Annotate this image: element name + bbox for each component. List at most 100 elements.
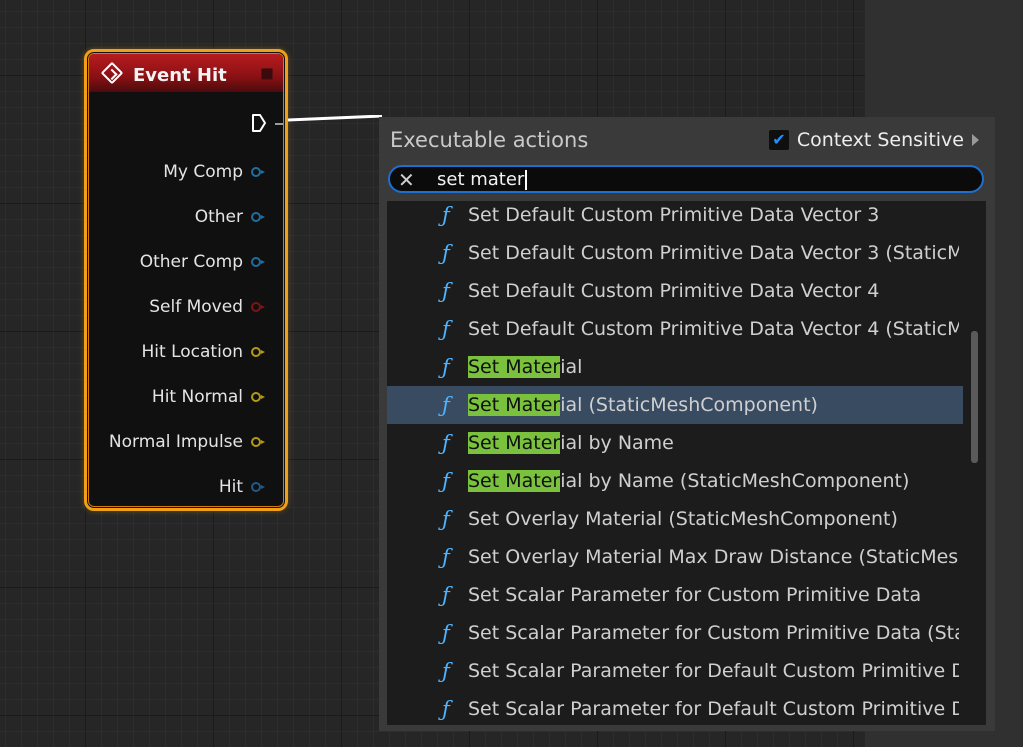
output-pin-row[interactable]: Self Moved xyxy=(149,296,265,318)
output-pin-row[interactable]: Hit Location xyxy=(141,341,265,363)
action-label: Set Scalar Parameter for Custom Primitiv… xyxy=(468,622,959,644)
action-label: Set Default Custom Primitive Data Vector… xyxy=(468,242,959,264)
action-label-text: Set Scalar Parameter for Custom Primitiv… xyxy=(468,622,959,644)
action-list-item[interactable]: ƒ Set Scalar Parameter for Custom Primiti… xyxy=(387,614,963,652)
action-list-item[interactable]: ƒ Set Material xyxy=(387,348,963,386)
output-pin-row[interactable]: Hit Normal xyxy=(151,386,265,408)
action-list-item[interactable]: ƒ Set Scalar Parameter for Custom Primiti… xyxy=(387,576,963,614)
action-label-text: Set Scalar Parameter for Default Custom … xyxy=(468,660,959,682)
action-label: Set Scalar Parameter for Custom Primitiv… xyxy=(468,584,959,606)
output-pin-row[interactable]: Other xyxy=(194,206,265,228)
action-list-item[interactable]: ƒ Set Scalar Parameter for Default Custom… xyxy=(387,652,963,690)
action-label: Set Material (StaticMeshComponent) xyxy=(468,394,959,416)
function-icon: ƒ xyxy=(442,203,450,227)
output-pin-row[interactable]: Hit xyxy=(218,476,265,498)
pin-label: Normal Impulse xyxy=(108,432,243,452)
exec-wire xyxy=(288,115,382,122)
data-pin-icon[interactable] xyxy=(251,437,265,447)
action-list-item[interactable]: ƒ Set Default Custom Primitive Data Vecto… xyxy=(387,272,963,310)
context-sensitive-checkbox[interactable]: ✔ xyxy=(768,130,789,150)
event-hit-node[interactable]: Event Hit My Comp Other Other Comp Self Mov… xyxy=(84,49,288,511)
action-label-text: Set Overlay Material (StaticMeshComponen… xyxy=(468,508,898,530)
menu-title: Executable actions xyxy=(390,128,589,152)
function-icon: ƒ xyxy=(442,279,450,303)
function-icon: ƒ xyxy=(442,545,450,569)
action-list-item[interactable]: ƒ Set Overlay Material Max Draw Distance … xyxy=(387,538,963,576)
exec-output-pin-icon[interactable] xyxy=(252,114,266,132)
pin-label: Hit xyxy=(218,477,243,497)
search-match-highlight: Set Mater xyxy=(468,432,561,454)
context-sensitive-toggle[interactable]: ✔ Context Sensitive xyxy=(768,129,979,151)
pin-label: Other Comp xyxy=(139,252,243,272)
function-icon: ƒ xyxy=(442,431,450,455)
function-icon: ƒ xyxy=(442,621,450,645)
action-label: Set Default Custom Primitive Data Vector… xyxy=(468,280,959,302)
action-list-item[interactable]: ƒ Set Overlay Material (StaticMeshCompone… xyxy=(387,500,963,538)
function-icon: ƒ xyxy=(442,507,450,531)
pin-label: Self Moved xyxy=(149,297,243,317)
action-list[interactable]: ƒ Set Scalar Parameter for Default Custom… xyxy=(387,201,986,725)
action-menu: Executable actions ✔ Context Sensitive ✕… xyxy=(379,117,995,731)
action-label: Set Overlay Material (StaticMeshComponen… xyxy=(468,508,959,530)
data-pin-icon[interactable] xyxy=(251,482,265,492)
action-label-text: ial by Name (StaticMeshComponent) xyxy=(560,470,910,492)
pin-label: My Comp xyxy=(163,162,243,182)
data-pin-icon[interactable] xyxy=(251,392,265,402)
pin-label: Hit Location xyxy=(141,342,243,362)
function-icon: ƒ xyxy=(442,659,450,683)
action-label: Set Default Custom Primitive Data Vector… xyxy=(468,318,959,340)
action-label-text: Set Scalar Parameter for Default Custom … xyxy=(468,698,959,720)
context-sensitive-label: Context Sensitive xyxy=(796,129,964,151)
function-icon: ƒ xyxy=(442,697,450,721)
action-list-item[interactable]: ƒ Set Default Custom Primitive Data Vecto… xyxy=(387,310,963,348)
search-match-highlight: Set Mater xyxy=(468,356,561,378)
output-pin-row[interactable]: My Comp xyxy=(163,161,265,183)
action-list-item[interactable]: ƒ Set Material by Name xyxy=(387,424,963,462)
action-label: Set Material by Name xyxy=(468,432,959,454)
function-icon: ƒ xyxy=(442,241,450,265)
action-label: Set Material xyxy=(468,356,959,378)
action-list-item[interactable]: ƒ Set Material by Name (StaticMeshCompone… xyxy=(387,462,963,500)
action-label: Set Scalar Parameter for Default Custom … xyxy=(468,660,959,682)
action-label: Set Scalar Parameter for Default Custom … xyxy=(468,698,959,720)
search-field[interactable]: ✕ set mater xyxy=(388,165,984,193)
action-label-text: ial by Name xyxy=(560,432,674,454)
scrollbar-thumb[interactable] xyxy=(971,331,978,463)
action-list-item[interactable]: ƒ Set Default Custom Primitive Data Vecto… xyxy=(387,234,963,272)
function-icon: ƒ xyxy=(442,469,450,493)
action-label-text: Set Scalar Parameter for Custom Primitiv… xyxy=(468,584,922,606)
pin-label: Other xyxy=(194,207,243,227)
output-pin-row[interactable]: Normal Impulse xyxy=(108,431,265,453)
function-icon: ƒ xyxy=(442,317,450,341)
search-input[interactable]: set mater xyxy=(437,168,528,192)
expand-arrow-icon[interactable] xyxy=(972,134,979,146)
exec-wire-stub xyxy=(275,123,283,125)
data-pin-icon[interactable] xyxy=(251,257,265,267)
data-pin-icon[interactable] xyxy=(251,347,265,357)
action-label-text: Set Default Custom Primitive Data Vector… xyxy=(468,280,880,302)
action-label: Set Overlay Material Max Draw Distance (… xyxy=(468,546,959,568)
action-label-text: Set Default Custom Primitive Data Vector… xyxy=(468,242,959,264)
action-list-item[interactable]: ƒ Set Material (StaticMeshComponent) xyxy=(387,386,963,424)
output-pin-row[interactable]: Other Comp xyxy=(139,251,265,273)
data-pin-icon[interactable] xyxy=(251,212,265,222)
text-caret xyxy=(525,170,528,190)
data-pin-icon[interactable] xyxy=(251,167,265,177)
action-list-item[interactable]: ƒ Set Default Custom Primitive Data Vecto… xyxy=(387,201,963,234)
node-header[interactable]: Event Hit xyxy=(89,54,283,92)
action-list-item[interactable]: ƒ Set Scalar Parameter for Default Custom… xyxy=(387,690,963,725)
clear-search-icon[interactable]: ✕ xyxy=(398,169,415,191)
action-label-text: Set Overlay Material Max Draw Distance (… xyxy=(468,546,959,568)
node-body: Event Hit My Comp Other Other Comp Self Mov… xyxy=(88,53,284,507)
node-delegate-pin[interactable] xyxy=(261,68,273,80)
function-icon: ƒ xyxy=(442,393,450,417)
pin-label: Hit Normal xyxy=(151,387,243,407)
node-title: Event Hit xyxy=(133,65,227,86)
action-label-text: Set Default Custom Primitive Data Vector… xyxy=(468,204,880,226)
function-icon: ƒ xyxy=(442,583,450,607)
function-icon: ƒ xyxy=(442,355,450,379)
action-label-text: ial xyxy=(560,356,583,378)
action-label: Set Material by Name (StaticMeshComponen… xyxy=(468,470,959,492)
data-pin-icon[interactable] xyxy=(251,302,265,312)
action-label-text: Set Default Custom Primitive Data Vector… xyxy=(468,318,959,340)
